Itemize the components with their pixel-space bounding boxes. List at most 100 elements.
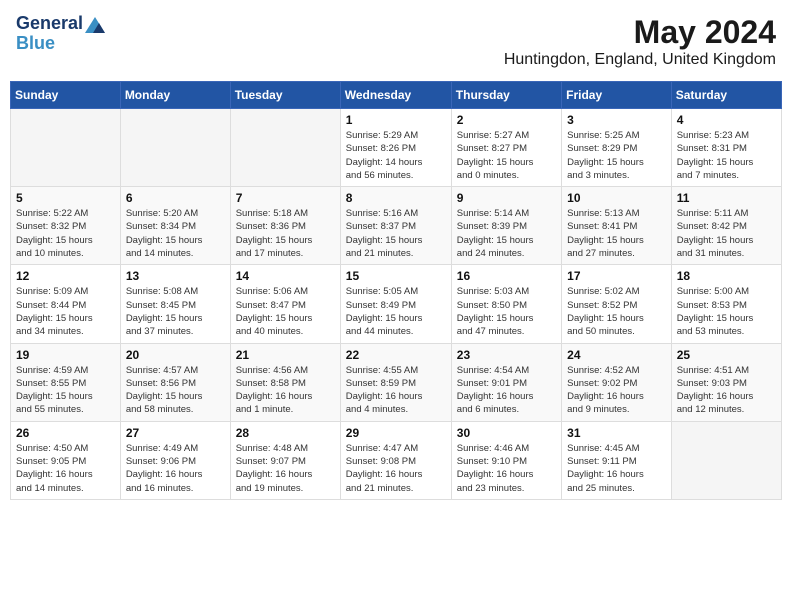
day-info: Sunrise: 4:52 AMSunset: 9:02 PMDaylight:… <box>567 364 666 417</box>
calendar-cell: 30 Sunrise: 4:46 AMSunset: 9:10 PMDayligh… <box>451 421 561 499</box>
day-number: 8 <box>346 191 446 205</box>
day-info: Sunrise: 4:45 AMSunset: 9:11 PMDaylight:… <box>567 442 666 495</box>
day-info: Sunrise: 5:11 AMSunset: 8:42 PMDaylight:… <box>677 207 776 260</box>
day-number: 29 <box>346 426 446 440</box>
calendar-cell: 22Sunrise: 4:55 AMSunset: 8:59 PMDayligh… <box>340 343 451 421</box>
calendar-cell: 3 Sunrise: 5:25 AMSunset: 8:29 PMDaylight… <box>562 109 672 187</box>
day-number: 7 <box>236 191 335 205</box>
calendar-cell: 28Sunrise: 4:48 AMSunset: 9:07 PMDayligh… <box>230 421 340 499</box>
day-info: Sunrise: 4:49 AMSunset: 9:06 PMDaylight:… <box>126 442 225 495</box>
calendar-cell: 31Sunrise: 4:45 AMSunset: 9:11 PMDayligh… <box>562 421 672 499</box>
day-info: Sunrise: 4:48 AMSunset: 9:07 PMDaylight:… <box>236 442 335 495</box>
calendar-week-row: 1Sunrise: 5:29 AMSunset: 8:26 PMDaylight… <box>11 109 782 187</box>
calendar-cell <box>230 109 340 187</box>
day-info: Sunrise: 5:05 AMSunset: 8:49 PMDaylight:… <box>346 285 446 338</box>
day-number: 5 <box>16 191 115 205</box>
day-info: Sunrise: 5:20 AMSunset: 8:34 PMDaylight:… <box>126 207 225 260</box>
day-info: Sunrise: 4:56 AMSunset: 8:58 PMDaylight:… <box>236 364 335 417</box>
day-info: Sunrise: 5:22 AMSunset: 8:32 PMDaylight:… <box>16 207 115 260</box>
logo-blue-text: Blue <box>16 34 55 54</box>
calendar-cell: 12Sunrise: 5:09 AMSunset: 8:44 PMDayligh… <box>11 265 121 343</box>
calendar-cell: 27 Sunrise: 4:49 AMSunset: 9:06 PMDayligh… <box>120 421 230 499</box>
day-info: Sunrise: 4:47 AMSunset: 9:08 PMDaylight:… <box>346 442 446 495</box>
day-info: Sunrise: 4:57 AMSunset: 8:56 PMDaylight:… <box>126 364 225 417</box>
calendar-cell <box>11 109 121 187</box>
day-number: 1 <box>346 113 446 127</box>
day-number: 18 <box>677 269 776 283</box>
calendar-cell <box>120 109 230 187</box>
day-number: 23 <box>457 348 556 362</box>
calendar-cell <box>671 421 781 499</box>
day-number: 10 <box>567 191 666 205</box>
day-number: 24 <box>567 348 666 362</box>
calendar-cell: 20 Sunrise: 4:57 AMSunset: 8:56 PMDayligh… <box>120 343 230 421</box>
calendar-cell: 8 Sunrise: 5:16 AMSunset: 8:37 PMDaylight… <box>340 187 451 265</box>
day-info: Sunrise: 5:16 AMSunset: 8:37 PMDaylight:… <box>346 207 446 260</box>
calendar-cell: 6 Sunrise: 5:20 AMSunset: 8:34 PMDaylight… <box>120 187 230 265</box>
calendar-header: General Blue May 2024 Huntingdon, Englan… <box>10 10 782 73</box>
day-number: 17 <box>567 269 666 283</box>
day-info: Sunrise: 4:50 AMSunset: 9:05 PMDaylight:… <box>16 442 115 495</box>
day-info: Sunrise: 5:23 AMSunset: 8:31 PMDaylight:… <box>677 129 776 182</box>
calendar-cell: 15 Sunrise: 5:05 AMSunset: 8:49 PMDayligh… <box>340 265 451 343</box>
calendar-week-row: 12Sunrise: 5:09 AMSunset: 8:44 PMDayligh… <box>11 265 782 343</box>
day-number: 11 <box>677 191 776 205</box>
logo: General Blue <box>16 14 105 54</box>
calendar-title: May 2024 <box>504 14 776 51</box>
calendar-cell: 24 Sunrise: 4:52 AMSunset: 9:02 PMDayligh… <box>562 343 672 421</box>
header-right: May 2024 Huntingdon, England, United Kin… <box>504 14 776 69</box>
calendar-cell: 9Sunrise: 5:14 AMSunset: 8:39 PMDaylight… <box>451 187 561 265</box>
weekday-header: Sunday <box>11 82 121 109</box>
calendar-cell: 1Sunrise: 5:29 AMSunset: 8:26 PMDaylight… <box>340 109 451 187</box>
day-info: Sunrise: 4:54 AMSunset: 9:01 PMDaylight:… <box>457 364 556 417</box>
day-number: 25 <box>677 348 776 362</box>
calendar-cell: 14 Sunrise: 5:06 AMSunset: 8:47 PMDayligh… <box>230 265 340 343</box>
day-info: Sunrise: 5:06 AMSunset: 8:47 PMDaylight:… <box>236 285 335 338</box>
day-info: Sunrise: 5:00 AMSunset: 8:53 PMDaylight:… <box>677 285 776 338</box>
calendar-header-row: SundayMondayTuesdayWednesdayThursdayFrid… <box>11 82 782 109</box>
day-number: 3 <box>567 113 666 127</box>
day-number: 4 <box>677 113 776 127</box>
day-number: 6 <box>126 191 225 205</box>
day-number: 2 <box>457 113 556 127</box>
weekday-header: Wednesday <box>340 82 451 109</box>
day-number: 13 <box>126 269 225 283</box>
calendar-cell: 25 Sunrise: 4:51 AMSunset: 9:03 PMDayligh… <box>671 343 781 421</box>
day-info: Sunrise: 5:08 AMSunset: 8:45 PMDaylight:… <box>126 285 225 338</box>
calendar-week-row: 26Sunrise: 4:50 AMSunset: 9:05 PMDayligh… <box>11 421 782 499</box>
calendar-cell: 19 Sunrise: 4:59 AMSunset: 8:55 PMDayligh… <box>11 343 121 421</box>
day-number: 16 <box>457 269 556 283</box>
calendar-cell: 4 Sunrise: 5:23 AMSunset: 8:31 PMDaylight… <box>671 109 781 187</box>
calendar-cell: 18 Sunrise: 5:00 AMSunset: 8:53 PMDayligh… <box>671 265 781 343</box>
calendar-cell: 26Sunrise: 4:50 AMSunset: 9:05 PMDayligh… <box>11 421 121 499</box>
day-info: Sunrise: 4:46 AMSunset: 9:10 PMDaylight:… <box>457 442 556 495</box>
day-number: 27 <box>126 426 225 440</box>
day-info: Sunrise: 5:18 AMSunset: 8:36 PMDaylight:… <box>236 207 335 260</box>
day-number: 30 <box>457 426 556 440</box>
day-info: Sunrise: 5:13 AMSunset: 8:41 PMDaylight:… <box>567 207 666 260</box>
calendar-cell: 13 Sunrise: 5:08 AMSunset: 8:45 PMDayligh… <box>120 265 230 343</box>
calendar-subtitle: Huntingdon, England, United Kingdom <box>504 51 776 69</box>
weekday-header: Thursday <box>451 82 561 109</box>
calendar-cell: 11 Sunrise: 5:11 AMSunset: 8:42 PMDayligh… <box>671 187 781 265</box>
logo-icon <box>85 17 105 33</box>
day-number: 22 <box>346 348 446 362</box>
day-info: Sunrise: 4:59 AMSunset: 8:55 PMDaylight:… <box>16 364 115 417</box>
weekday-header: Saturday <box>671 82 781 109</box>
day-number: 15 <box>346 269 446 283</box>
day-number: 12 <box>16 269 115 283</box>
calendar-week-row: 19 Sunrise: 4:59 AMSunset: 8:55 PMDayligh… <box>11 343 782 421</box>
calendar-table: SundayMondayTuesdayWednesdayThursdayFrid… <box>10 81 782 500</box>
day-info: Sunrise: 4:51 AMSunset: 9:03 PMDaylight:… <box>677 364 776 417</box>
day-info: Sunrise: 5:14 AMSunset: 8:39 PMDaylight:… <box>457 207 556 260</box>
day-number: 20 <box>126 348 225 362</box>
calendar-cell: 21Sunrise: 4:56 AMSunset: 8:58 PMDayligh… <box>230 343 340 421</box>
calendar-cell: 5 Sunrise: 5:22 AMSunset: 8:32 PMDaylight… <box>11 187 121 265</box>
calendar-cell: 2Sunrise: 5:27 AMSunset: 8:27 PMDaylight… <box>451 109 561 187</box>
day-number: 14 <box>236 269 335 283</box>
day-number: 19 <box>16 348 115 362</box>
logo-general-text: General <box>16 14 83 34</box>
calendar-cell: 10 Sunrise: 5:13 AMSunset: 8:41 PMDayligh… <box>562 187 672 265</box>
day-info: Sunrise: 5:25 AMSunset: 8:29 PMDaylight:… <box>567 129 666 182</box>
calendar-week-row: 5 Sunrise: 5:22 AMSunset: 8:32 PMDaylight… <box>11 187 782 265</box>
